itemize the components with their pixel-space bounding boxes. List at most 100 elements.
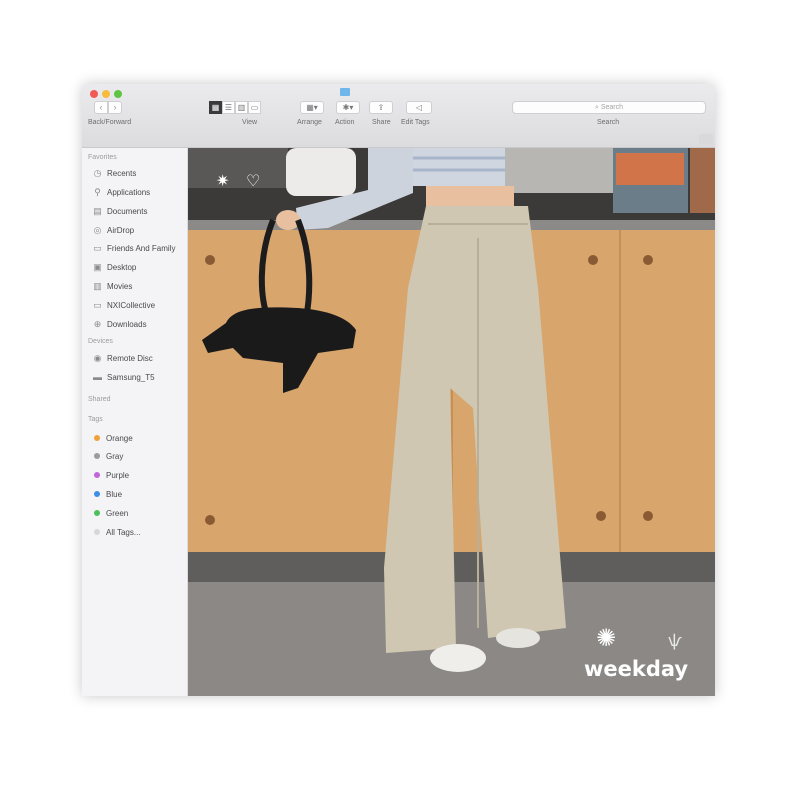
folder-icon: [340, 88, 350, 96]
sidebar-item-label: Friends And Family: [107, 243, 176, 253]
toolbar: ‹ › Back/Forward ▦ ☰ ▥ ▭ View ▦▾ Arrange…: [82, 84, 715, 148]
white-bag: [286, 148, 356, 196]
preview-photo: ✷ ♡ ✺ ѱ weekday: [188, 148, 715, 696]
sneaker: [430, 644, 486, 672]
folder-icon: ▭: [93, 299, 102, 310]
sidebar-item-recents[interactable]: ◷ Recents: [92, 166, 137, 180]
sweater-top: [413, 148, 505, 186]
hand: [276, 210, 300, 230]
waist: [426, 186, 514, 208]
close-window-button[interactable]: [90, 90, 98, 98]
sidebar-tag-green[interactable]: Green: [92, 506, 128, 520]
panel-hole: [643, 511, 653, 521]
sidebar-item-downloads[interactable]: ⊕ Downloads: [92, 317, 147, 331]
sidebar-item-label: Downloads: [107, 319, 147, 329]
airdrop-icon: ◎: [93, 224, 102, 235]
toolbar-overflow-button[interactable]: [699, 134, 713, 144]
tag-dot-icon: [94, 472, 100, 478]
poster-image: [616, 153, 684, 185]
shelf: [188, 148, 288, 188]
sidebar-item-movies[interactable]: ▥ Movies: [92, 279, 132, 293]
sidebar-item-label: Recents: [107, 168, 137, 178]
sidebar-tag-blue[interactable]: Blue: [92, 487, 122, 501]
download-icon: ⊕: [93, 318, 102, 329]
edit-tags-label: Edit Tags: [401, 119, 430, 126]
sidebar-item-nxicollective[interactable]: ▭ NXICollective: [92, 298, 155, 312]
icon-view-button[interactable]: ▦: [209, 101, 222, 114]
sidebar-item-label: NXICollective: [107, 300, 156, 310]
sidebar-item-friends-and-family[interactable]: ▭ Friends And Family: [92, 241, 175, 255]
shared-header: Shared: [88, 396, 111, 403]
sidebar-item-label: Gray: [106, 451, 124, 461]
zoom-window-button[interactable]: [114, 90, 122, 98]
tag-dot-icon: [94, 453, 100, 459]
sidebar-item-label: Purple: [106, 470, 130, 480]
action-button[interactable]: ✱▾: [336, 101, 360, 114]
view-label: View: [242, 119, 258, 126]
sidebar-item-airdrop[interactable]: ◎ AirDrop: [92, 223, 135, 237]
panel-hole: [588, 255, 598, 265]
chevron-left-icon: ‹: [99, 102, 103, 112]
share-button[interactable]: ⇪: [369, 101, 393, 114]
film-icon: ▥: [93, 280, 102, 291]
back-button[interactable]: ‹: [94, 101, 108, 114]
sidebar-item-samsung-t5[interactable]: ▬ Samsung_T5: [92, 370, 155, 384]
clock-icon: ◷: [93, 167, 102, 178]
grass-icon: ѱ: [668, 631, 682, 650]
chevron-right-icon: ›: [113, 102, 117, 112]
favorites-header: Favorites: [88, 154, 117, 161]
sidebar-item-label: AirDrop: [107, 225, 135, 235]
view-switcher: ▦ ☰ ▥ ▭: [209, 101, 261, 114]
share-label: Share: [372, 119, 391, 126]
sidebar-item-documents[interactable]: ▤ Documents: [92, 204, 147, 218]
tag-dot-icon: [94, 529, 100, 535]
share-icon: ⇪: [377, 103, 385, 112]
sidebar-item-label: All Tags...: [106, 527, 141, 537]
sidebar-item-label: Samsung_T5: [107, 372, 155, 382]
back-forward-label: Back/Forward: [88, 119, 132, 126]
arrange-label: Arrange: [297, 119, 322, 126]
sidebar-tag-purple[interactable]: Purple: [92, 468, 129, 482]
applications-icon: ⚲: [94, 186, 101, 197]
sidebar: Favorites ◷ Recents ⚲ Applications ▤ Docume…: [82, 148, 188, 696]
finder-window: ‹ › Back/Forward ▦ ☰ ▥ ▭ View ▦▾ Arrange…: [82, 84, 715, 696]
arrange-button[interactable]: ▦▾: [300, 101, 324, 114]
search-input[interactable]: ⌕ Search: [512, 101, 706, 114]
sidebar-item-desktop[interactable]: ▣ Desktop: [92, 260, 136, 274]
edit-tags-button[interactable]: ◁: [406, 101, 432, 114]
gear-icon: ✱: [342, 103, 350, 112]
sidebar-tag-orange[interactable]: Orange: [92, 431, 133, 445]
tags-header: Tags: [88, 416, 103, 423]
sidebar-tag-gray[interactable]: Gray: [92, 449, 123, 463]
sidebar-item-label: Orange: [106, 433, 133, 443]
sidebar-item-label: Blue: [106, 489, 123, 499]
forward-button[interactable]: ›: [108, 101, 122, 114]
tag-icon: ◁: [415, 103, 423, 112]
panel-hole: [643, 255, 653, 265]
search-placeholder: Search: [600, 104, 624, 111]
drive-icon: ▬: [93, 371, 102, 382]
desktop-icon: ▣: [93, 261, 102, 272]
sidebar-item-remote-disc[interactable]: ◉ Remote Disc: [92, 351, 153, 365]
brand-wordmark: weekday: [584, 657, 688, 681]
devices-header: Devices: [88, 338, 113, 345]
product-photo: ✷ ♡ ✺ ѱ weekday: [188, 148, 715, 696]
sidebar-item-applications[interactable]: ⚲ Applications: [92, 185, 150, 199]
gallery-view-button[interactable]: ▭: [248, 101, 261, 114]
folder-icon: ▭: [93, 242, 102, 253]
panel-hole: [205, 515, 215, 525]
sparkle-icon: ✷: [216, 171, 229, 190]
document-icon: ▤: [93, 205, 102, 216]
list-view-button[interactable]: ☰: [222, 101, 235, 114]
daisy-icon: ✺: [596, 624, 616, 652]
panel-hole: [205, 255, 215, 265]
disc-icon: ◉: [93, 352, 102, 363]
tag-dot-icon: [94, 491, 100, 497]
canvas: ‹ › Back/Forward ▦ ☰ ▥ ▭ View ▦▾ Arrange…: [0, 0, 790, 799]
sidebar-item-label: Applications: [107, 187, 151, 197]
minimize-window-button[interactable]: [102, 90, 110, 98]
tag-dot-icon: [94, 510, 100, 516]
sidebar-item-label: Remote Disc: [107, 353, 153, 363]
sidebar-tag-all[interactable]: All Tags...: [92, 525, 141, 539]
column-view-button[interactable]: ▥: [235, 101, 248, 114]
